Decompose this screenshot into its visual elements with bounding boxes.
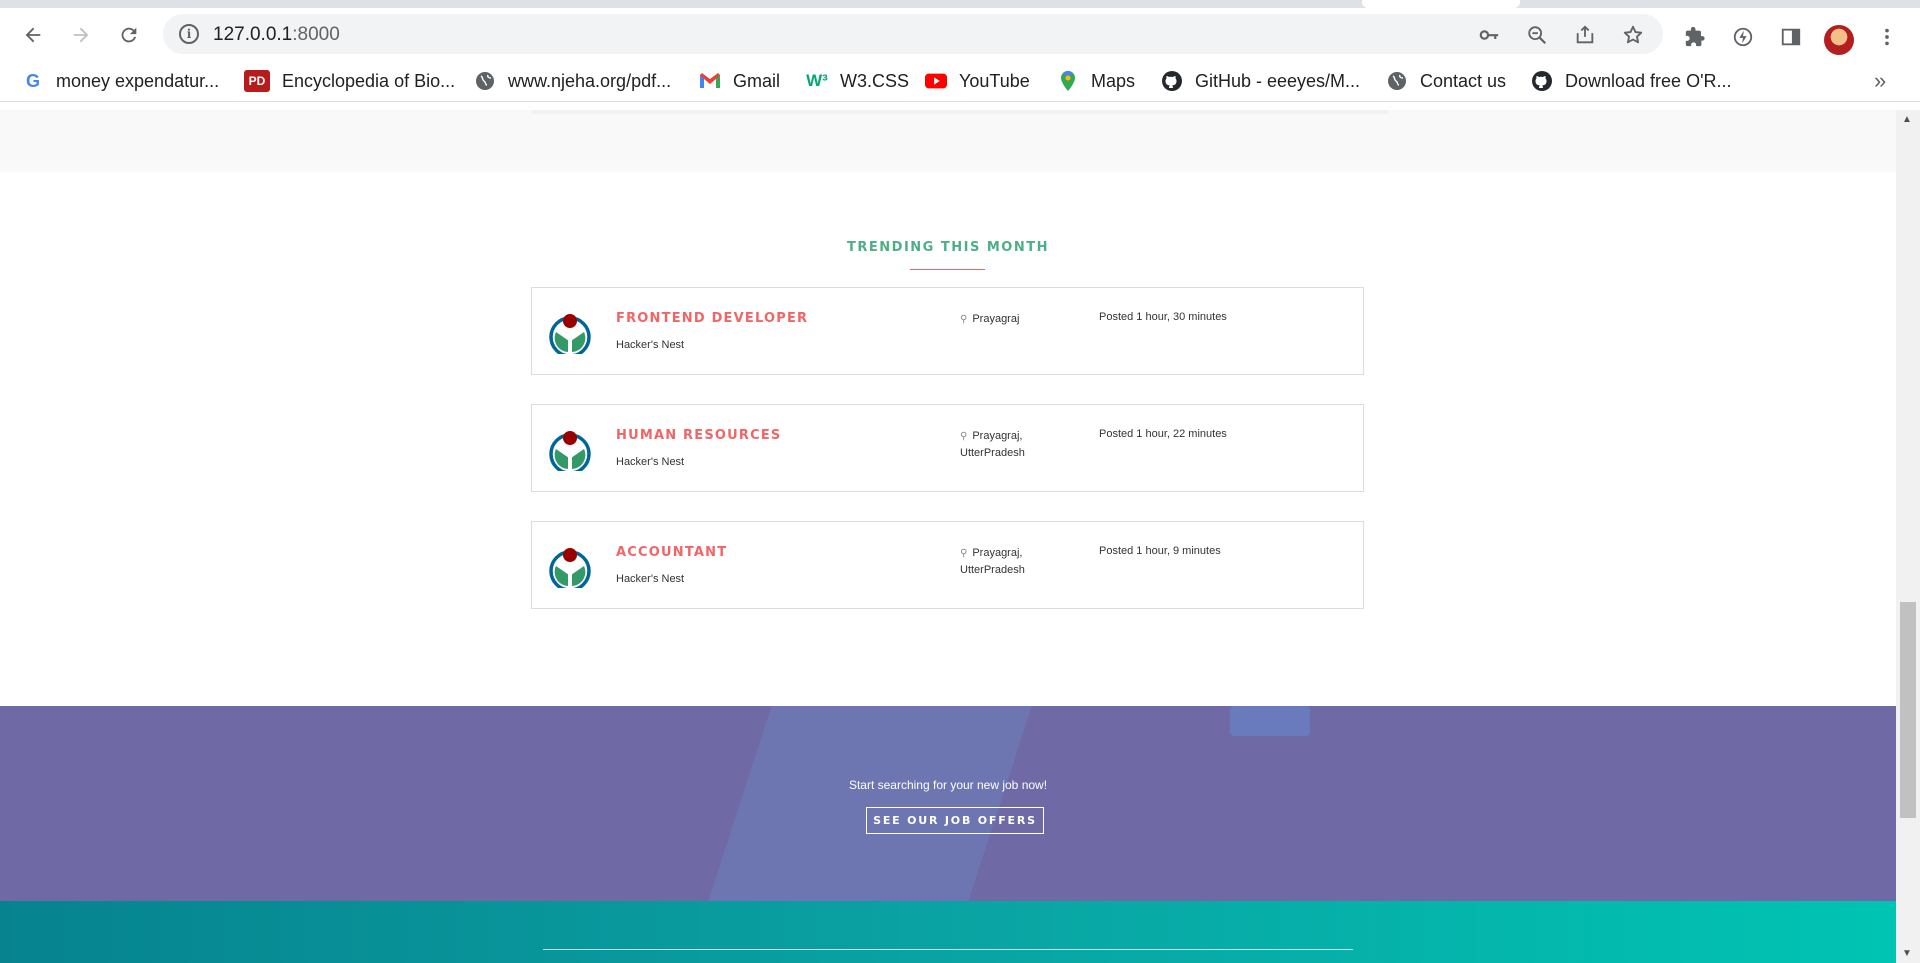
company-logo-icon — [549, 431, 591, 471]
job-location: ⚲ Prayagraj — [960, 311, 1080, 328]
globe-icon — [1386, 70, 1408, 92]
divider — [815, 110, 1105, 114]
bookmark-item[interactable]: Contact us — [1386, 69, 1506, 93]
forward-icon[interactable] — [66, 20, 96, 50]
scroll-up-icon[interactable]: ▲ — [1902, 114, 1912, 125]
job-company: Hacker's Nest — [616, 456, 685, 468]
cta-text: Start searching for your new job now! — [848, 778, 1048, 792]
job-card[interactable]: FRONTEND DEVELOPER Hacker's Nest ⚲ Prayag… — [531, 287, 1364, 375]
background-decoration — [1230, 706, 1310, 736]
performance-icon[interactable] — [1730, 26, 1756, 52]
location-text: Prayagraj, UtterPradesh — [960, 547, 1025, 576]
bookmark-label: Gmail — [733, 70, 781, 91]
job-location: ⚲ Prayagraj, UtterPradesh — [960, 428, 1080, 461]
footer-divider — [543, 949, 1353, 950]
bookmark-item[interactable]: www.njeha.org/pdf... — [474, 69, 671, 93]
section-title: TRENDING THIS MONTH — [847, 240, 1049, 255]
google-icon: G — [25, 70, 40, 91]
job-posted-time: Posted 1 hour, 22 minutes — [1099, 428, 1227, 440]
youtube-icon — [925, 70, 947, 92]
previous-section-band — [0, 110, 1896, 172]
bookmark-label: Encyclopedia of Bio... — [282, 70, 456, 91]
bookmark-label: money expendatur... — [56, 70, 220, 91]
job-card[interactable]: HUMAN RESOURCES Hacker's Nest ⚲ Prayagraj… — [531, 404, 1364, 492]
reload-icon[interactable] — [114, 20, 144, 50]
bookmark-label: GitHub - eeeyes/M... — [1195, 70, 1361, 91]
share-icon[interactable] — [1573, 24, 1597, 48]
page-scrollbar[interactable]: ▲ ▼ — [1896, 110, 1920, 963]
address-bar[interactable]: i 127.0.0.1:8000 — [163, 14, 1663, 54]
bookmark-item[interactable]: Gmail — [699, 69, 780, 93]
job-title[interactable]: FRONTEND DEVELOPER — [616, 311, 808, 326]
bookmark-star-icon[interactable] — [1621, 24, 1645, 48]
bookmark-label: Contact us — [1420, 70, 1507, 91]
maps-icon — [1057, 70, 1079, 92]
w3-icon: W³ — [806, 71, 828, 90]
job-posted-time: Posted 1 hour, 9 minutes — [1099, 545, 1221, 557]
bookmark-label: Download free O'R... — [1565, 70, 1732, 91]
github-icon — [1531, 70, 1553, 92]
bookmark-item[interactable]: GitHub - eeeyes/M... — [1161, 69, 1360, 93]
browser-toolbar: i 127.0.0.1:8000 — [0, 8, 1920, 60]
bookmark-label: Maps — [1091, 70, 1136, 91]
footer — [0, 901, 1896, 963]
page-viewport: TRENDING THIS MONTH FRONTEND DEVELOPER H… — [0, 110, 1896, 963]
location-pin-icon: ⚲ — [960, 431, 968, 442]
job-location: ⚲ Prayagraj, UtterPradesh — [960, 545, 1080, 578]
background-decoration — [708, 706, 1032, 901]
company-logo-icon — [549, 314, 591, 354]
job-company: Hacker's Nest — [616, 339, 685, 351]
job-title[interactable]: ACCOUNTANT — [616, 545, 727, 560]
key-icon[interactable] — [1477, 24, 1501, 48]
location-text: Prayagraj, UtterPradesh — [960, 430, 1025, 459]
scrollbar-thumb[interactable] — [1900, 602, 1916, 818]
job-posted-time: Posted 1 hour, 30 minutes — [1099, 311, 1227, 323]
divider — [532, 110, 822, 114]
company-logo-icon — [549, 548, 591, 588]
active-tab[interactable] — [1362, 0, 1520, 8]
scroll-down-icon[interactable]: ▼ — [1902, 948, 1912, 959]
divider — [1098, 110, 1388, 114]
more-bookmarks-button[interactable]: » — [1874, 68, 1886, 94]
bookmark-item[interactable]: G money expendatur... — [22, 69, 219, 93]
profile-avatar[interactable] — [1824, 25, 1854, 55]
bookmark-item[interactable]: YouTube — [925, 69, 1030, 93]
bookmark-label: YouTube — [959, 70, 1030, 91]
bookmark-item[interactable]: PD Encyclopedia of Bio... — [244, 69, 455, 93]
bookmark-label: www.njeha.org/pdf... — [508, 70, 672, 91]
location-pin-icon: ⚲ — [960, 548, 968, 559]
title-underline — [910, 269, 985, 270]
job-company: Hacker's Nest — [616, 573, 685, 585]
side-panel-icon[interactable] — [1778, 26, 1804, 52]
menu-kebab-icon[interactable] — [1874, 26, 1900, 52]
globe-icon — [474, 70, 496, 92]
url-text[interactable]: 127.0.0.1:8000 — [213, 24, 340, 46]
bookmarks-bar: G money expendatur... PD Encyclopedia of… — [0, 60, 1920, 102]
bookmark-item[interactable]: Download free O'R... — [1531, 69, 1732, 93]
job-card[interactable]: ACCOUNTANT Hacker's Nest ⚲ Prayagraj, Utt… — [531, 521, 1364, 609]
see-job-offers-button[interactable]: SEE OUR JOB OFFERS — [866, 807, 1044, 834]
location-text: Prayagraj — [972, 313, 1020, 325]
bookmark-label: W3.CSS — [840, 70, 910, 91]
location-pin-icon: ⚲ — [960, 314, 968, 325]
back-icon[interactable] — [18, 20, 48, 50]
bookmark-item[interactable]: W³ W3.CSS — [806, 69, 909, 93]
zoom-out-icon[interactable] — [1525, 24, 1549, 48]
site-info-icon[interactable]: i — [179, 24, 199, 44]
bookmark-item[interactable]: Maps — [1057, 69, 1135, 93]
gmail-icon — [699, 70, 721, 92]
job-title[interactable]: HUMAN RESOURCES — [616, 428, 782, 443]
extensions-icon[interactable] — [1682, 26, 1708, 52]
pd-icon: PD — [244, 70, 270, 92]
github-icon — [1161, 70, 1183, 92]
tab-strip — [0, 0, 1920, 8]
cta-section: Start searching for your new job now! SE… — [0, 706, 1896, 901]
